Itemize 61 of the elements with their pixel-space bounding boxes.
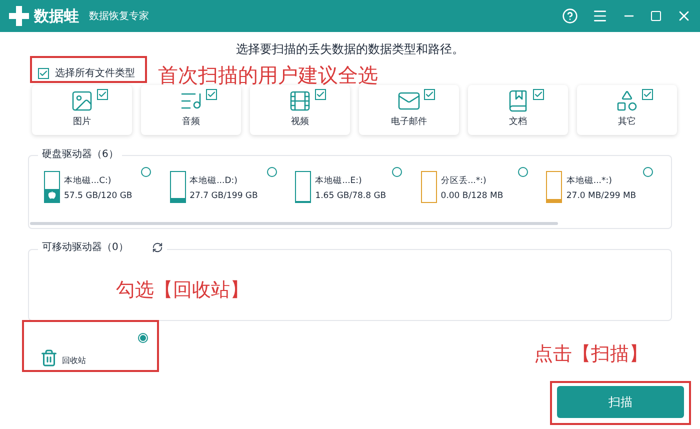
refresh-icon[interactable] [152,242,164,253]
drive-size: 27.0 MB/299 MB [566,190,636,202]
radio-button[interactable] [266,167,277,177]
trash-icon [40,349,58,367]
maximize-icon[interactable] [650,10,662,22]
file-type-label: 视频 [291,116,309,129]
radio-button[interactable] [518,167,528,177]
checkbox[interactable] [533,89,544,100]
menu-icon[interactable] [592,8,608,24]
drive-item[interactable]: 本地磁...C:) 57.5 GB/120 GB [44,167,170,207]
radio-button[interactable] [643,167,654,177]
file-type-card[interactable]: 视频 [250,85,350,135]
help-icon[interactable] [562,8,578,24]
checkbox[interactable] [206,89,217,100]
checkbox[interactable] [315,89,326,100]
file-type-card[interactable]: 音频 [141,85,241,135]
file-type-card[interactable]: 电子邮件 [359,85,459,135]
file-type-label: 电子邮件 [391,116,427,129]
drive-size: 1.65 GB/78.8 GB [315,190,386,202]
radio-button[interactable] [141,167,151,177]
drive-item[interactable]: 本地磁...*:) 27.0 MB/299 MB [546,167,672,207]
checkbox[interactable] [642,89,653,100]
scrollbar[interactable] [30,222,558,225]
panel-title: 硬盘驱动器（6） [38,147,122,162]
checkbox[interactable] [424,89,435,100]
drive-name: 本地磁...*:) [566,175,613,188]
drive-size: 27.7 GB/199 GB [190,190,258,202]
file-type-card[interactable]: 文档 [468,85,568,135]
drive-item[interactable]: 本地磁...E:) 1.65 GB/78.8 GB [295,167,421,207]
file-type-label: 音频 [182,116,200,129]
drive-size: 0.00 B/128 MB [440,190,504,202]
drive-size: 57.5 GB/120 GB [64,190,132,202]
app-name: 数据蛙 [34,6,79,27]
file-type-label: 图片 [73,116,91,129]
file-type-card[interactable]: 其它 [577,85,677,135]
drive-item[interactable]: 本地磁...D:) 27.7 GB/199 GB [170,167,296,207]
instruction-text: 选择要扫描的丢失数据的数据类型和路径。 [236,41,464,58]
radio-button[interactable] [392,167,402,177]
checkbox[interactable] [97,89,108,100]
drive-name: 本地磁...D:) [190,175,238,188]
recycle-bin-label: 回收站 [62,355,86,367]
film-icon [288,89,312,113]
annotation-text: 点击【扫描】 [534,342,648,367]
panel-title: 可移动驱动器（0） [42,241,128,255]
drive-name: 分区丢...*:) [440,175,488,188]
scan-button[interactable]: 扫描 [557,386,684,418]
drive-name: 本地磁...C:) [64,175,112,188]
picture-frame-icon [70,89,94,113]
radio-button[interactable] [138,333,148,343]
select-all-label[interactable]: 选择所有文件类型 [55,66,135,81]
checkbox[interactable] [38,68,49,79]
app-subtitle: 数据恢复专家 [89,10,149,24]
drive-name: 本地磁...E:) [315,175,363,188]
annotation-text: 勾选【回收站】 [116,278,249,303]
file-type-label: 文档 [509,116,527,129]
plus-logo-icon [8,5,30,27]
drive-item[interactable]: 分区丢...*:) 0.00 B/128 MB [420,167,546,207]
file-type-card[interactable]: 图片 [32,85,132,135]
file-type-label: 其它 [618,116,636,129]
shapes-icon [615,89,639,113]
recycle-bin-item[interactable]: 回收站 [26,329,154,377]
